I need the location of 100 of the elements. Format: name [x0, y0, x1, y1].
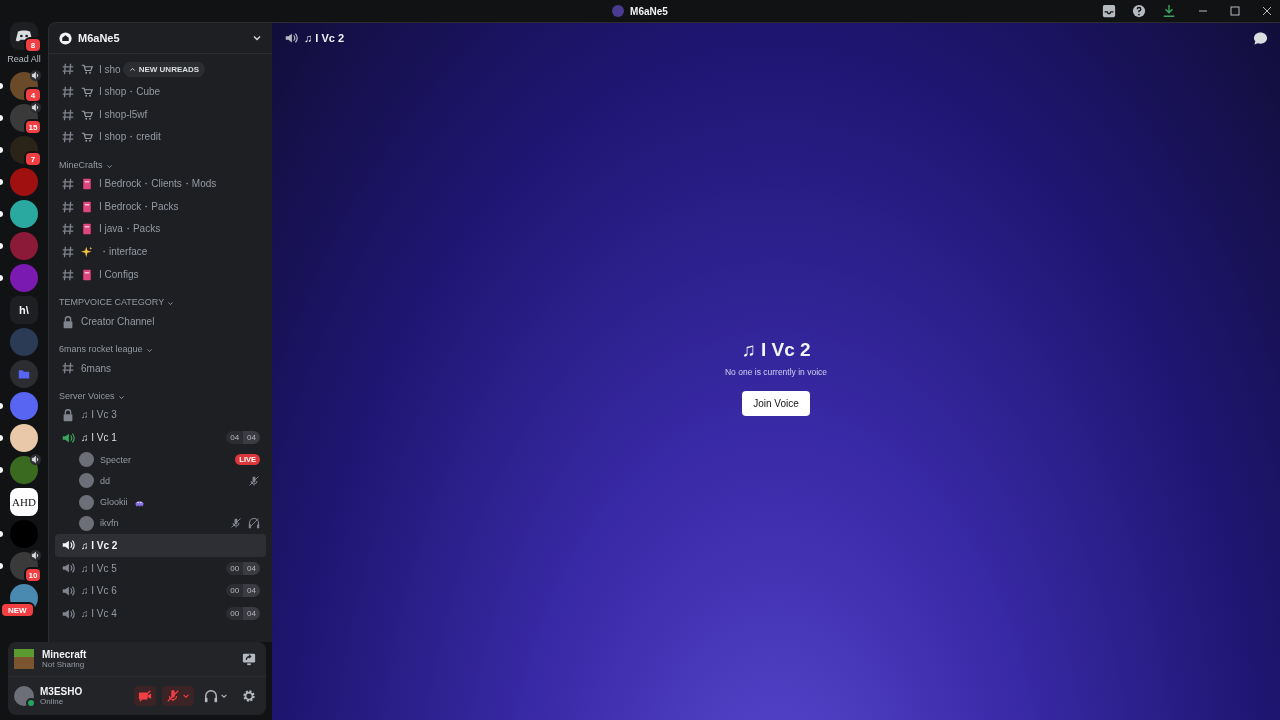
channel-item[interactable]: I shop・Cube	[55, 80, 266, 104]
avatar	[79, 515, 94, 531]
chevron-down-icon	[252, 33, 262, 43]
sparkles-icon	[81, 246, 93, 259]
channel-item[interactable]: I java・Packs	[55, 218, 266, 241]
screen-share-icon[interactable]	[242, 652, 256, 666]
voice-user[interactable]: Glookii	[55, 491, 266, 513]
server-icon[interactable]	[10, 424, 38, 452]
caret-icon	[182, 692, 190, 700]
voice-user[interactable]: dd	[55, 470, 266, 492]
channel-item[interactable]: I Bedrock・Clients・Mods	[55, 172, 266, 196]
new-unreads-button[interactable]: NEW UNREADS	[122, 61, 206, 77]
activity-status: Not Sharing	[42, 660, 86, 669]
channel-item[interactable]: ♫ I Vc 3	[55, 403, 266, 427]
mention-badge: NEW	[0, 602, 35, 618]
category-header[interactable]: MineCrafts	[55, 148, 266, 173]
server-icon[interactable]: AHD	[10, 488, 38, 516]
chevron-down-icon	[145, 346, 153, 354]
channel-item[interactable]: ♫ I Vc 6 00 04	[55, 579, 266, 603]
username: ikvfn	[100, 518, 119, 529]
hashtag-icon	[61, 361, 75, 376]
hashtag-icon	[61, 222, 75, 237]
username: Glookii	[100, 497, 128, 508]
hashtag-icon	[61, 107, 75, 122]
server-icon[interactable]: h\	[10, 296, 38, 324]
cart-icon	[81, 131, 93, 144]
headphones-icon	[204, 689, 218, 703]
channel-item[interactable]: ♫ I Vc 2	[55, 534, 266, 557]
channel-item[interactable]: I sho NEW UNREADS	[55, 58, 266, 81]
server-icon	[612, 5, 625, 17]
window-title: M6aNe5	[630, 5, 668, 17]
empty-voice-message: No one is currently in voice	[724, 367, 827, 377]
hashtag-icon	[61, 245, 75, 260]
channel-item[interactable]: ♫ I Vc 4 00 04	[55, 602, 266, 625]
channel-item[interactable]: I shop・credit	[55, 126, 266, 149]
user-limit: 04	[243, 561, 260, 575]
server-icon[interactable]	[10, 456, 38, 484]
camera-icon	[138, 689, 152, 703]
category-header[interactable]: Server Voices	[55, 379, 266, 404]
cart-icon	[81, 108, 93, 121]
chevron-down-icon	[117, 393, 125, 401]
lock-icon	[61, 314, 75, 329]
download-icon[interactable]	[1162, 4, 1176, 18]
username: M3ESHO	[40, 686, 83, 697]
read-all-link[interactable]: Read All	[7, 54, 41, 64]
channel-item[interactable]: ♫ I Vc 5 00 04	[55, 556, 266, 580]
hashtag-icon	[61, 85, 75, 100]
book-icon	[81, 178, 93, 191]
hashtag-icon	[61, 199, 75, 214]
avatar[interactable]	[14, 686, 34, 706]
avatar	[79, 473, 94, 489]
camera-button[interactable]	[134, 686, 156, 706]
channel-name: ♫ I Vc 2	[741, 339, 811, 361]
folder-icon	[18, 368, 30, 380]
server-folder[interactable]	[10, 360, 38, 388]
help-icon[interactable]	[1132, 4, 1146, 18]
user-limit: 04	[243, 584, 260, 598]
category-header[interactable]: 6mans rocket league	[55, 332, 266, 357]
user-limit: 04	[243, 431, 260, 445]
channel-item[interactable]: I Bedrock・Packs	[55, 195, 266, 219]
mention-badge: 7	[24, 151, 42, 167]
voice-user[interactable]: ikvfn	[55, 512, 266, 535]
hashtag-icon	[61, 267, 75, 282]
username: Specter	[100, 454, 132, 465]
username: dd	[100, 475, 110, 486]
user-count: 00	[226, 561, 244, 575]
community-icon	[59, 31, 72, 45]
speaker-icon	[61, 583, 75, 598]
hashtag-icon	[61, 177, 75, 192]
channel-item[interactable]: ・interface	[55, 240, 266, 264]
cart-icon	[81, 86, 93, 99]
close-icon[interactable]	[1262, 6, 1272, 16]
channel-item[interactable]: 6mans	[55, 356, 266, 380]
server-icon[interactable]	[10, 200, 38, 228]
channel-item[interactable]: I shop-l5wf	[55, 103, 266, 127]
user-count: 00	[226, 584, 244, 598]
channel-item[interactable]: ♫ I Vc 1 04 04	[55, 426, 266, 449]
settings-icon[interactable]	[242, 689, 256, 703]
maximize-icon[interactable]	[1230, 6, 1240, 16]
speaker-icon	[61, 606, 75, 621]
book-icon	[81, 268, 93, 281]
chevron-up-icon	[128, 65, 136, 73]
user-count: 00	[226, 607, 244, 621]
mention-badge: 4	[24, 87, 42, 103]
user-status: Online	[40, 697, 65, 706]
inbox-icon[interactable]	[1102, 4, 1116, 18]
avatar	[79, 494, 94, 510]
avatar	[79, 452, 94, 468]
hashtag-icon	[61, 130, 75, 145]
join-voice-button[interactable]: Join Voice	[742, 391, 810, 416]
channel-item[interactable]: Creator Channel	[55, 310, 266, 333]
chat-bubble-icon[interactable]	[1253, 30, 1268, 46]
server-header[interactable]: M6aNe5	[49, 23, 272, 54]
channel-item[interactable]: I Configs	[55, 263, 266, 287]
hashtag-icon	[61, 62, 75, 77]
mention-badge: 8	[24, 37, 42, 53]
microphone-button[interactable]	[162, 686, 194, 706]
game-icon	[14, 649, 34, 669]
mention-badge: 10	[24, 567, 42, 583]
category-header[interactable]: TEMPVOICE CATEGORY	[55, 286, 266, 311]
